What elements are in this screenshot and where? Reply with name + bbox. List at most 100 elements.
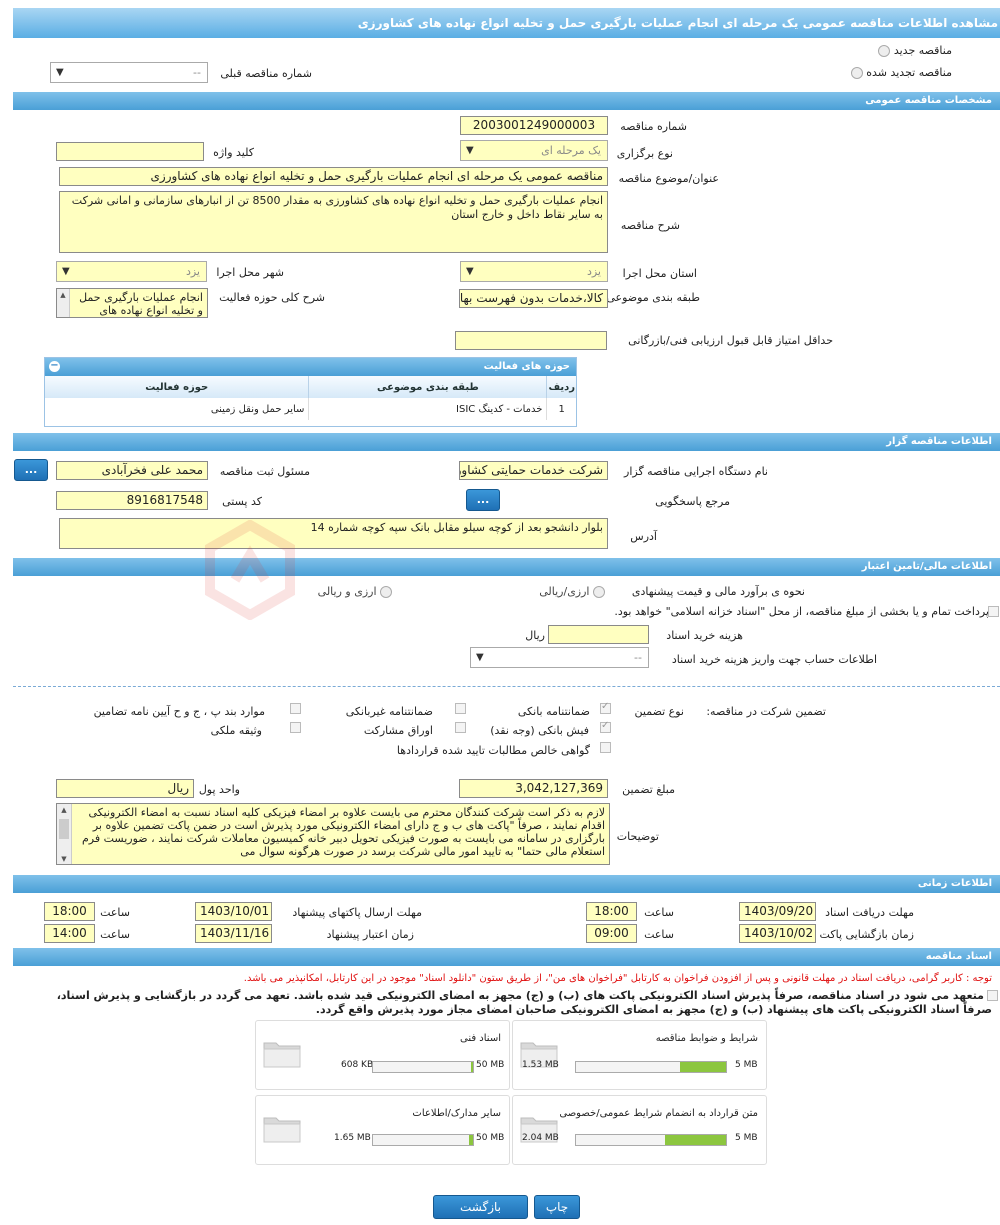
- scroll-down-icon[interactable]: ▼: [57, 853, 71, 864]
- divider: [13, 686, 1000, 687]
- prev-number-select[interactable]: -- ▼: [50, 62, 208, 83]
- new-tender-option[interactable]: مناقصه جدید: [878, 44, 952, 57]
- guarantee-amount-field[interactable]: 3,042,127,369: [459, 779, 608, 798]
- activity-desc-label: شرح کلی حوزه فعالیت: [219, 291, 325, 304]
- new-tender-radio[interactable]: [878, 45, 891, 57]
- min-score-field[interactable]: [455, 331, 607, 350]
- currency-label: واحد پول: [198, 783, 240, 796]
- file-box[interactable]: اسناد فنی 608 KB 50 MB: [255, 1020, 510, 1090]
- scrollbar[interactable]: ▲ ▼: [57, 804, 72, 864]
- commit-line-1: متعهد می شود در اسناد مناقصه، صرفاً پذیر…: [56, 989, 984, 1002]
- treasury-option[interactable]: پرداخت تمام و یا بخشی از مبلغ مناقصه، از…: [614, 605, 989, 618]
- back-button[interactable]: بازگشت: [433, 1195, 528, 1219]
- file-size: 1.65 MB: [334, 1133, 371, 1143]
- timing-section-header: اطلاعات زمانی: [13, 875, 1000, 893]
- notes-field[interactable]: لازم به ذکر است شرکت کنندگان محترم می با…: [56, 803, 610, 865]
- file-box[interactable]: سایر مدارک/اطلاعات 1.65 MB 50 MB: [255, 1095, 510, 1165]
- category-field[interactable]: کالا،خدمات بدون فهرست بها: [459, 289, 608, 308]
- doc-cost-field[interactable]: [548, 625, 649, 644]
- progress-bar: [575, 1134, 727, 1146]
- subject-field[interactable]: مناقصه عمومی یک مرحله ای انجام عملیات با…: [59, 167, 608, 186]
- opt-net-claims-checkbox[interactable]: [600, 742, 611, 753]
- opt-bank-guarantee-checkbox[interactable]: [600, 701, 611, 714]
- send-deadline-time-label: ساعت: [100, 906, 130, 919]
- finance-section-header: اطلاعات مالی/تامین اعتبار: [13, 558, 1000, 576]
- opt-net-claims-label: گواهی خالص مطالبات تایید شده قراردادها: [396, 744, 590, 757]
- activities-title-bar: حوزه های فعالیت −: [45, 358, 576, 376]
- progress-bar: [372, 1061, 474, 1073]
- opt-bonds-checkbox[interactable]: [455, 722, 466, 733]
- postal-field[interactable]: 8916817548: [56, 491, 208, 510]
- opening-label: زمان بازگشایی پاکت ها: [806, 928, 914, 941]
- opening-time[interactable]: 09:00: [586, 924, 637, 943]
- opening-date[interactable]: 1403/10/02: [739, 924, 816, 943]
- scrollbar[interactable]: ▲▼: [57, 289, 70, 317]
- postal-label: کد پستی: [222, 495, 262, 508]
- doc-receive-time[interactable]: 18:00: [586, 902, 637, 921]
- activity-desc-field[interactable]: انجام عملیات بارگیری حمل و تخلیه انواع ن…: [56, 288, 208, 318]
- prev-number-label: شماره مناقصه قبلی: [220, 67, 312, 80]
- tender-number-field[interactable]: 2003001249000003: [460, 116, 608, 135]
- address-field[interactable]: بلوار دانشجو بعد از کوچه سیلو مقابل بانک…: [59, 518, 608, 549]
- validity-label: زمان اعتبار پیشنهاد: [326, 928, 414, 941]
- agency-field[interactable]: شرکت خدمات حمایتی کشاورزی: [459, 461, 608, 480]
- doc-receive-label: مهلت دریافت اسناد: [825, 906, 914, 919]
- validity-date[interactable]: 1403/11/16: [195, 924, 272, 943]
- renewed-tender-radio[interactable]: [850, 67, 863, 79]
- progress-bar: [372, 1134, 474, 1146]
- treasury-text: پرداخت تمام و یا بخشی از مبلغ مناقصه، از…: [614, 605, 989, 618]
- file-max: 5 MB: [735, 1060, 758, 1070]
- registrar-field[interactable]: محمد علی فخرآبادی: [56, 461, 208, 480]
- collapse-icon[interactable]: −: [49, 361, 60, 372]
- province-select[interactable]: یزد ▼: [460, 261, 608, 282]
- send-deadline-time[interactable]: 18:00: [44, 902, 95, 921]
- renewed-tender-option[interactable]: مناقصه تجدید شده: [850, 66, 952, 79]
- keyword-field[interactable]: [56, 142, 204, 161]
- send-deadline-date[interactable]: 1403/10/01: [195, 902, 272, 921]
- commit-checkbox[interactable]: [987, 990, 998, 1001]
- opt-clauses-label: موارد بند پ ، ج و ح آیین نامه تضامین: [93, 705, 265, 718]
- scroll-thumb[interactable]: [59, 819, 69, 839]
- print-button[interactable]: چاپ: [534, 1195, 580, 1219]
- chevron-down-icon: ▼: [56, 67, 64, 78]
- validity-time[interactable]: 14:00: [44, 924, 95, 943]
- registrar-more-button[interactable]: ...: [14, 459, 48, 481]
- send-deadline-label: مهلت ارسال پاکتهای پیشنهاد: [292, 906, 422, 919]
- commit-line-2: صرفاً اسناد الکترونیکی پاکت های پیشنهاد …: [315, 1003, 992, 1016]
- opt-clauses-checkbox[interactable]: [290, 703, 301, 714]
- holding-type-select[interactable]: یک مرحله ای ▼: [460, 140, 608, 161]
- opt-property-checkbox[interactable]: [290, 722, 301, 733]
- currency-field[interactable]: ریال: [56, 779, 194, 798]
- new-tender-label: مناقصه جدید: [893, 44, 952, 57]
- guarantee-type-label: نوع تضمین: [634, 705, 684, 718]
- tender-number-label: شماره مناقصه: [620, 120, 687, 133]
- opt-currency[interactable]: ارزی/ریالی: [539, 585, 605, 598]
- opt-bank-receipt-checkbox[interactable]: [600, 720, 611, 733]
- province-label: استان محل اجرا: [622, 267, 697, 280]
- scroll-up-icon[interactable]: ▲: [57, 804, 71, 817]
- doc-cost-label: هزینه خرید اسناد: [666, 629, 743, 642]
- city-select[interactable]: یزد ▼: [56, 261, 207, 282]
- participation-guarantee-label: تضمین شرکت در مناقصه:: [706, 705, 826, 718]
- file-box[interactable]: متن قرارداد به انضمام شرایط عمومی/خصوصی …: [512, 1095, 767, 1165]
- opt-non-bank-guarantee-checkbox[interactable]: [455, 703, 466, 714]
- subject-label: عنوان/موضوع مناقصه: [618, 172, 719, 185]
- opt-currency-radio[interactable]: [593, 586, 605, 598]
- account-label: اطلاعات حساب جهت واریز هزینه خرید اسناد: [671, 653, 877, 666]
- opt-rial-radio[interactable]: [380, 586, 392, 598]
- account-select[interactable]: -- ▼: [470, 647, 649, 668]
- file-box[interactable]: شرایط و ضوابط مناقصه 1.53 MB 5 MB: [512, 1020, 767, 1090]
- file-name: شرایط و ضوابط مناقصه: [655, 1033, 758, 1044]
- treasury-checkbox[interactable]: [988, 606, 999, 617]
- description-field[interactable]: انجام عملیات بارگیری حمل و تخلیه انواع ن…: [59, 191, 608, 253]
- notes-label: توضیحات: [616, 830, 659, 843]
- reference-label: مرجع پاسخگویی: [655, 495, 730, 508]
- file-name: اسناد فنی: [460, 1033, 501, 1044]
- reference-more-button[interactable]: ...: [466, 489, 500, 511]
- keyword-label: کلید واژه: [213, 146, 254, 159]
- opt-rial[interactable]: ارزی و ریالی: [318, 585, 392, 598]
- agency-label: نام دستگاه اجرایی مناقصه گزار: [624, 465, 768, 478]
- documents-section-header: اسناد مناقصه: [13, 948, 1000, 966]
- estimate-label: نحوه ی برآورد مالی و قیمت پیشنهادی: [631, 585, 805, 598]
- doc-receive-date[interactable]: 1403/09/20: [739, 902, 816, 921]
